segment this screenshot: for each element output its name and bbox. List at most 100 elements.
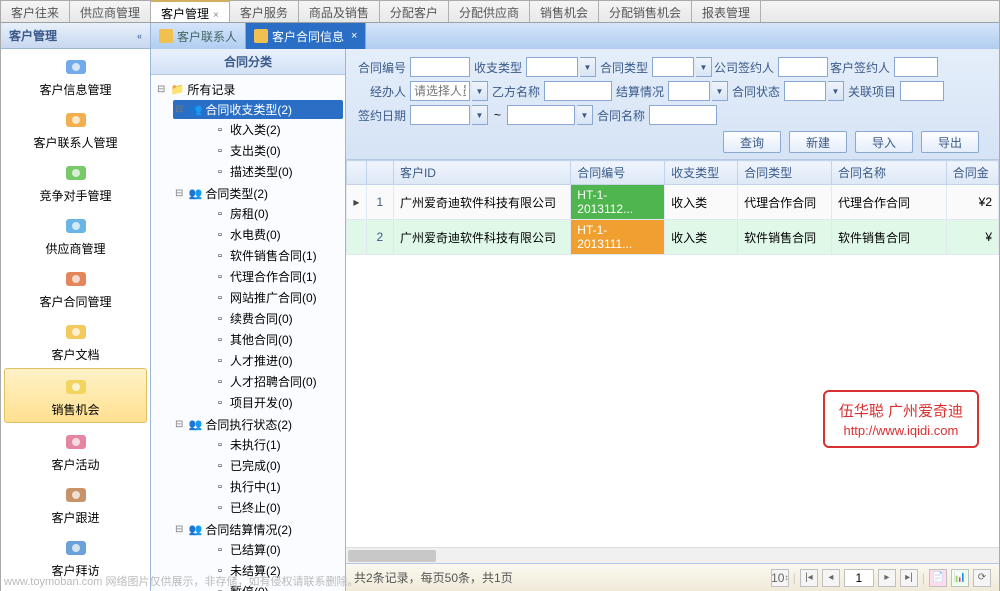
input-settle-status[interactable]: [668, 81, 710, 101]
sub-tab[interactable]: 客户联系人: [151, 23, 246, 49]
table-row[interactable]: 2广州爱奇迪软件科技有限公司HT-1-2013111...收入类软件销售合同软件…: [347, 220, 999, 255]
cell: 代理合作合同: [738, 185, 832, 220]
column-header[interactable]: 客户ID: [393, 161, 570, 185]
main-tab[interactable]: 客户管理×: [151, 0, 230, 22]
horizontal-scrollbar[interactable]: [346, 547, 999, 563]
tree-label: 人才招聘合同(0): [230, 373, 317, 390]
column-header[interactable]: 收支类型: [665, 161, 738, 185]
tree-item[interactable]: ▫项目开发(0): [211, 393, 343, 412]
page-size-button[interactable]: 10↕: [771, 569, 789, 587]
input-io-type[interactable]: [526, 57, 578, 77]
main-tab[interactable]: 供应商管理: [70, 1, 151, 22]
tree-item[interactable]: ▫代理合作合同(1): [211, 267, 343, 286]
sidebar-item[interactable]: 客户合同管理: [1, 261, 150, 314]
sidebar-item[interactable]: 客户联系人管理: [1, 102, 150, 155]
input-contract-status[interactable]: [784, 81, 826, 101]
cell: ¥2: [946, 185, 998, 220]
tree-item[interactable]: ▫执行中(1): [211, 477, 343, 496]
item-icon: ▫: [213, 165, 227, 179]
column-header[interactable]: 合同类型: [738, 161, 832, 185]
dropdown-icon[interactable]: ▼: [580, 57, 596, 77]
sidebar-item[interactable]: 客户跟进: [1, 477, 150, 530]
main-tab[interactable]: 分配供应商: [449, 1, 530, 22]
page-input[interactable]: [844, 569, 874, 587]
dropdown-icon[interactable]: ▼: [472, 105, 488, 125]
tree-item[interactable]: ▫其他合同(0): [211, 330, 343, 349]
tree-item[interactable]: ▫续费合同(0): [211, 309, 343, 328]
sidebar-icon: [62, 214, 90, 238]
input-contract-no[interactable]: [410, 57, 470, 77]
query-button[interactable]: 查询: [723, 131, 781, 153]
prev-page-button[interactable]: ◂: [822, 569, 840, 587]
label-settle-status: 结算情况: [614, 83, 664, 100]
tree-item[interactable]: ▫支出类(0): [211, 141, 343, 160]
export-button[interactable]: 导出: [921, 131, 979, 153]
sidebar-item[interactable]: 客户信息管理: [1, 49, 150, 102]
tree-item[interactable]: ▫软件销售合同(1): [211, 246, 343, 265]
input-party-b[interactable]: [544, 81, 612, 101]
main-tab[interactable]: 商品及销售: [299, 1, 380, 22]
export-excel-icon[interactable]: 📊: [951, 569, 969, 587]
main-tab[interactable]: 分配客户: [380, 1, 449, 22]
dropdown-icon[interactable]: ▼: [828, 81, 844, 101]
next-page-button[interactable]: ▸: [878, 569, 896, 587]
input-sign-date-from[interactable]: [410, 105, 470, 125]
sub-tab[interactable]: 客户合同信息×: [246, 23, 366, 49]
tree-item[interactable]: ▫收入类(2): [211, 120, 343, 139]
input-contract-name[interactable]: [649, 105, 717, 125]
label-sign-date: 签约日期: [356, 107, 406, 124]
input-handler[interactable]: [410, 81, 470, 101]
refresh-icon[interactable]: ⟳: [973, 569, 991, 587]
last-page-button[interactable]: ▸|: [900, 569, 918, 587]
input-company-signer[interactable]: [778, 57, 828, 77]
tree-group[interactable]: 👥合同收支类型(2): [173, 100, 343, 119]
import-button[interactable]: 导入: [855, 131, 913, 153]
tree-item[interactable]: ▫人才推进(0): [211, 351, 343, 370]
main-tab[interactable]: 报表管理: [692, 1, 761, 22]
tree-item[interactable]: ▫描述类型(0): [211, 162, 343, 181]
column-header[interactable]: [347, 161, 367, 185]
tree-item[interactable]: ▫网站推广合同(0): [211, 288, 343, 307]
dropdown-icon[interactable]: ▼: [712, 81, 728, 101]
tree-label: 合同结算情况(2): [205, 521, 292, 538]
first-page-button[interactable]: |◂: [800, 569, 818, 587]
main-tab[interactable]: 分配销售机会: [599, 1, 692, 22]
input-related-proj[interactable]: [900, 81, 944, 101]
sidebar-item[interactable]: 供应商管理: [1, 208, 150, 261]
dropdown-icon[interactable]: ▼: [577, 105, 593, 125]
column-header[interactable]: [366, 161, 393, 185]
tree-item[interactable]: ▫未执行(1): [211, 435, 343, 454]
main-tab[interactable]: 客户往来: [1, 1, 70, 22]
tree-item[interactable]: ▫已终止(0): [211, 498, 343, 517]
tree-group[interactable]: 👥合同执行状态(2): [173, 415, 343, 434]
tree-root[interactable]: 📁所有记录: [155, 80, 343, 99]
data-grid[interactable]: 客户ID合同编号收支类型合同类型合同名称合同金 ▸1广州爱奇迪软件科技有限公司H…: [346, 160, 999, 255]
tree-item[interactable]: ▫水电费(0): [211, 225, 343, 244]
tree-item[interactable]: ▫人才招聘合同(0): [211, 372, 343, 391]
main-tab[interactable]: 销售机会: [530, 1, 599, 22]
main-tab[interactable]: 客户服务: [230, 1, 299, 22]
dropdown-icon[interactable]: ▼: [472, 81, 488, 101]
export-pdf-icon[interactable]: 📄: [929, 569, 947, 587]
chevron-icon[interactable]: «: [137, 31, 142, 41]
dropdown-icon[interactable]: ▼: [696, 57, 712, 77]
tree-item[interactable]: ▫已完成(0): [211, 456, 343, 475]
sidebar-item[interactable]: 销售机会: [4, 368, 147, 423]
create-button[interactable]: 新建: [789, 131, 847, 153]
input-contract-type[interactable]: [652, 57, 694, 77]
sidebar-item[interactable]: 客户活动: [1, 424, 150, 477]
table-row[interactable]: ▸1广州爱奇迪软件科技有限公司HT-1-2013112...收入类代理合作合同代…: [347, 185, 999, 220]
tree-item[interactable]: ▫已结算(0): [211, 540, 343, 559]
sidebar-item[interactable]: 客户文档: [1, 314, 150, 367]
tree-group[interactable]: 👥合同类型(2): [173, 184, 343, 203]
input-customer-signer[interactable]: [894, 57, 938, 77]
close-icon[interactable]: ×: [351, 30, 357, 42]
column-header[interactable]: 合同编号: [571, 161, 665, 185]
column-header[interactable]: 合同名称: [832, 161, 947, 185]
input-sign-date-to[interactable]: [507, 105, 575, 125]
tree-group[interactable]: 👥合同结算情况(2): [173, 520, 343, 539]
close-icon[interactable]: ×: [213, 10, 219, 21]
sidebar-item[interactable]: 竞争对手管理: [1, 155, 150, 208]
column-header[interactable]: 合同金: [946, 161, 998, 185]
tree-item[interactable]: ▫房租(0): [211, 204, 343, 223]
